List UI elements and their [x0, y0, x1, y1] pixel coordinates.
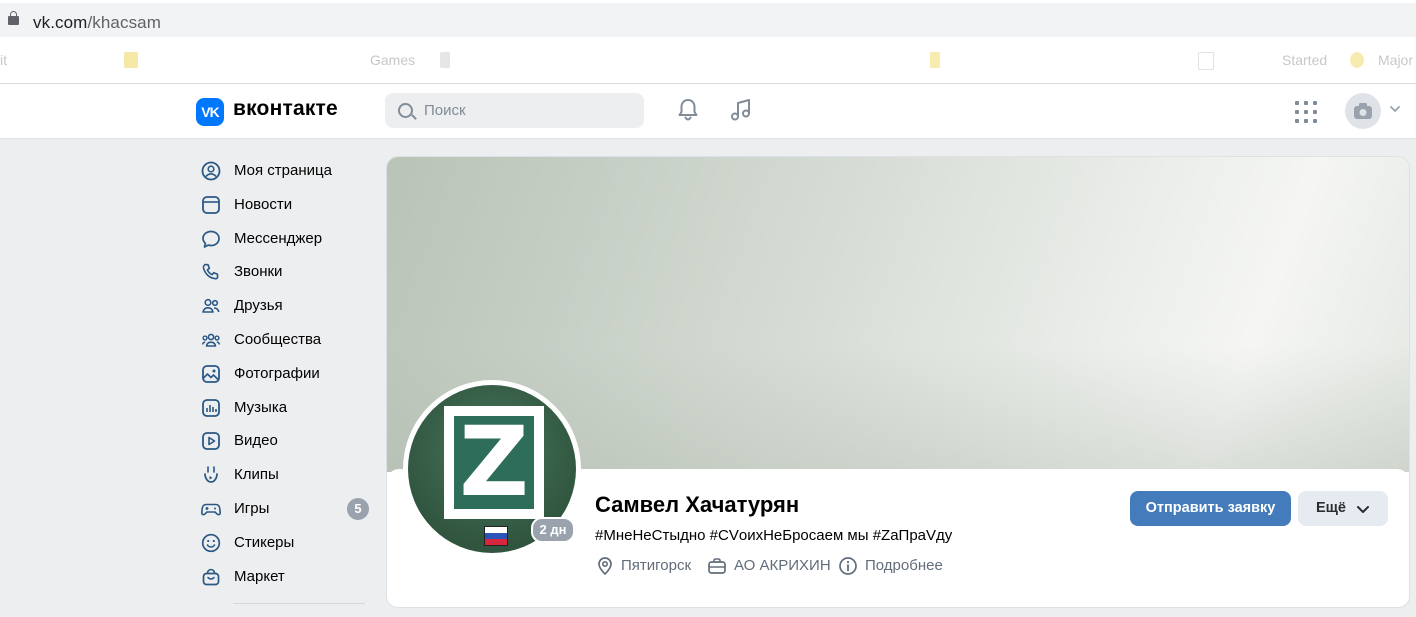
sidebar-item-market[interactable]: Маркет — [196, 560, 376, 594]
photo-icon — [202, 364, 220, 383]
z-letter-icon: Z — [459, 406, 529, 518]
last-seen-badge: 2 дн — [531, 517, 575, 543]
profile-name: Самвел Хачатурян — [595, 492, 800, 517]
clips-icon — [204, 466, 218, 484]
vk-top-header: VK вконтакте Поиск — [0, 84, 1416, 139]
newsfeed-icon — [202, 195, 220, 214]
url-field[interactable]: vk.com/khacsam — [0, 3, 1416, 37]
send-friend-request-button[interactable]: Отправить заявку — [1130, 491, 1291, 526]
search-input[interactable]: Поиск — [385, 93, 644, 128]
search-icon — [398, 103, 413, 118]
bookmark-pin-icon — [440, 52, 450, 68]
sidebar-item-label: Моя страница — [234, 162, 332, 179]
sidebar-item-my-page[interactable]: Моя страница — [196, 154, 376, 188]
bookmarks-bar: it Games Started Major — [0, 40, 1416, 84]
gamepad-icon — [200, 503, 222, 516]
left-sidebar-menu: Моя страница Новости Мессенджер Звонки Д… — [196, 154, 376, 593]
bookmark-item[interactable]: it — [0, 52, 7, 68]
bookmark-item[interactable]: Games — [370, 52, 415, 68]
profile-status: #МнеНеСтыдно #СVоихНеБросаем мы #ZaПраVд… — [595, 527, 953, 544]
bookmark-favicon-icon — [930, 52, 940, 68]
vk-brand-name[interactable]: вконтакте — [233, 97, 338, 121]
sidebar-item-label: Игры — [234, 499, 270, 517]
bookmark-favicon-icon — [1350, 52, 1364, 68]
more-actions-label: Ещё — [1316, 500, 1346, 516]
sidebar-item-photos[interactable]: Фотографии — [196, 357, 376, 391]
bookmark-item[interactable]: Major — [1378, 52, 1413, 68]
location-pin-icon — [598, 557, 612, 576]
music-note-icon[interactable] — [727, 96, 755, 124]
sidebar-item-label: Музыка — [234, 398, 288, 416]
video-icon — [202, 432, 220, 451]
chevron-down-icon — [1357, 506, 1369, 513]
sidebar-item-label: Маркет — [234, 567, 285, 585]
market-bag-icon — [202, 568, 220, 585]
sidebar-item-label: Сообщества — [234, 330, 322, 348]
sidebar-item-label: Друзья — [234, 297, 283, 315]
bookmark-favicon-icon — [124, 52, 138, 68]
bell-icon[interactable] — [674, 96, 702, 124]
lock-icon[interactable] — [8, 11, 19, 25]
browser-address-bar: vk.com/khacsam — [0, 0, 1416, 40]
sidebar-item-games[interactable]: Игры 5 — [196, 492, 376, 526]
bookmark-item[interactable]: Started — [1282, 52, 1327, 68]
sidebar-item-label: Мессенджер — [234, 229, 323, 247]
briefcase-icon — [708, 558, 726, 574]
sidebar-item-label: Видео — [234, 432, 278, 450]
z-symbol-background: Z — [454, 406, 534, 518]
info-circle-icon — [839, 557, 857, 575]
sidebar-item-clips[interactable]: Клипы — [196, 458, 376, 492]
sidebar-item-music[interactable]: Музыка — [196, 391, 376, 425]
sidebar-item-news[interactable]: Новости — [196, 188, 376, 222]
search-placeholder: Поиск — [424, 102, 466, 119]
friends-icon — [202, 299, 220, 313]
sidebar-item-label: Фотографии — [234, 364, 320, 382]
z-symbol-frame: Z — [444, 406, 544, 519]
vk-logo-icon[interactable]: VK — [196, 98, 224, 126]
profile-city[interactable]: Пятигорск — [621, 557, 691, 574]
bookmark-favicon-icon — [1198, 52, 1214, 70]
profile-work[interactable]: АО АКРИХИН — [734, 557, 831, 574]
sidebar-item-label: Звонки — [234, 263, 283, 281]
profile-details-link[interactable]: Подробнее — [865, 557, 943, 574]
apps-grid-icon[interactable] — [1295, 101, 1317, 123]
phone-icon — [202, 264, 219, 280]
communities-icon — [201, 333, 221, 347]
smile-icon — [201, 533, 221, 552]
url-text[interactable]: vk.com/khacsam — [33, 13, 161, 33]
sidebar-item-stickers[interactable]: Стикеры — [196, 526, 376, 560]
menu-divider — [233, 603, 365, 604]
redaction-band — [0, 40, 1416, 44]
sidebar-item-label: Новости — [234, 195, 293, 213]
russian-flag-icon — [484, 526, 508, 546]
sidebar-item-friends[interactable]: Друзья — [196, 289, 376, 323]
chevron-down-icon[interactable] — [1389, 104, 1401, 114]
message-icon — [202, 230, 220, 248]
sidebar-item-messenger[interactable]: Мессенджер — [196, 222, 376, 256]
sidebar-item-communities[interactable]: Сообщества — [196, 323, 376, 357]
user-avatar-button[interactable] — [1345, 93, 1381, 129]
sidebar-item-label: Клипы — [234, 466, 279, 484]
more-actions-button[interactable]: Ещё — [1298, 491, 1388, 526]
sidebar-item-label: Стикеры — [234, 533, 295, 551]
sidebar-item-video[interactable]: Видео — [196, 424, 376, 458]
camera-icon — [1354, 103, 1372, 119]
user-circle-icon — [201, 161, 221, 181]
games-count-badge: 5 — [347, 497, 369, 520]
sidebar-item-calls[interactable]: Звонки — [196, 255, 376, 289]
music-icon — [202, 398, 220, 417]
